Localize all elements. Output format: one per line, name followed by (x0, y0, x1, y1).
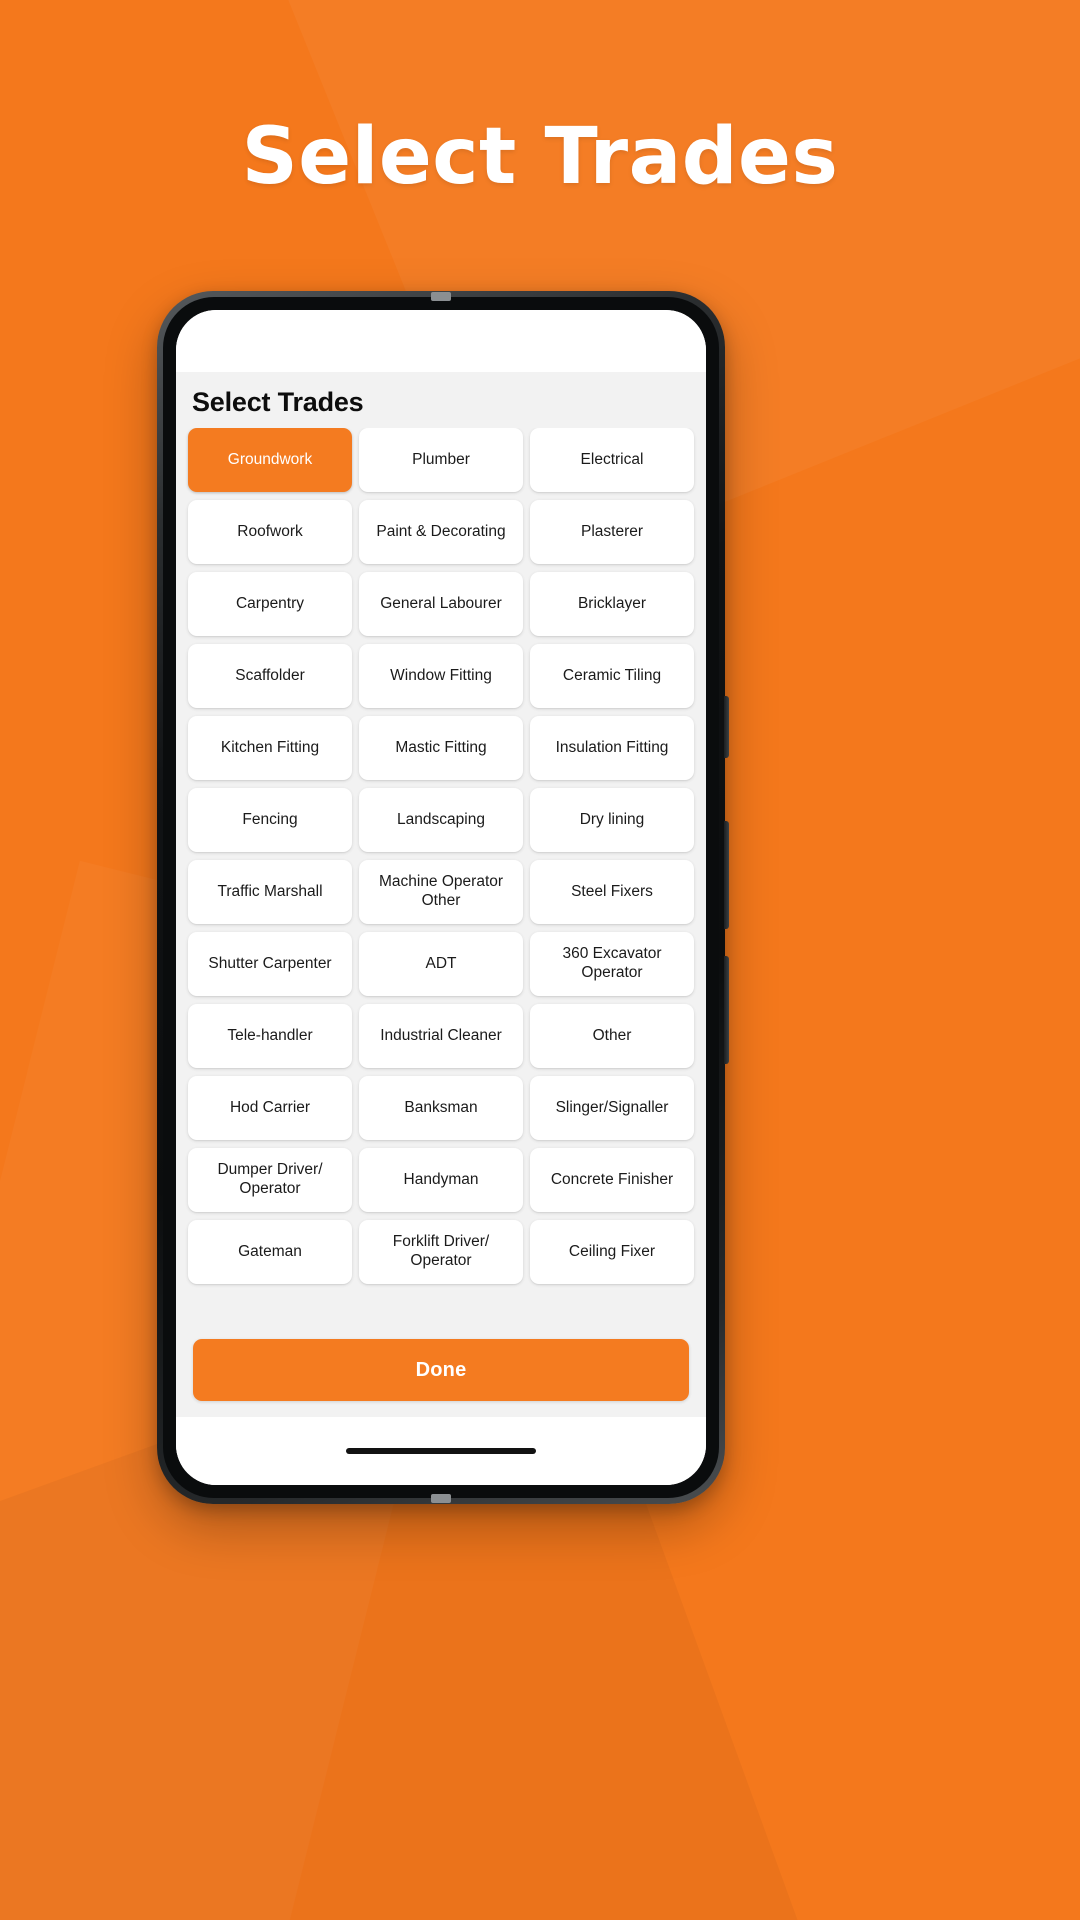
app-body: Select Trades Groundwork Plumber Electrica… (176, 372, 706, 1417)
done-footer: Done (176, 1327, 706, 1417)
trade-chip[interactable]: Paint & Decorating (359, 500, 523, 564)
trade-chip[interactable]: Machine Operator Other (359, 860, 523, 924)
phone-screen: Select Trades Groundwork Plumber Electrica… (176, 310, 706, 1485)
trade-chip[interactable]: General Labourer (359, 572, 523, 636)
app-header: Select Trades (176, 372, 706, 428)
trade-chip[interactable]: Forklift Driver/ Operator (359, 1220, 523, 1284)
done-button[interactable]: Done (193, 1339, 689, 1401)
phone-mockup: Select Trades Groundwork Plumber Electrica… (157, 291, 729, 1504)
trade-chip[interactable]: Electrical (530, 428, 694, 492)
promo-stage: Select Trades Select Trades Groundwork Pl… (0, 0, 1080, 1920)
trade-chip[interactable]: Carpentry (188, 572, 352, 636)
trade-chip[interactable]: Fencing (188, 788, 352, 852)
trade-chip[interactable]: Steel Fixers (530, 860, 694, 924)
trade-chip[interactable]: Gateman (188, 1220, 352, 1284)
bottom-speaker-grille-icon (431, 1494, 451, 1503)
trade-chip[interactable]: Groundwork (188, 428, 352, 492)
trade-chip[interactable]: Plasterer (530, 500, 694, 564)
trade-chip[interactable]: Kitchen Fitting (188, 716, 352, 780)
trade-chip[interactable]: Ceramic Tiling (530, 644, 694, 708)
trade-chip[interactable]: Dry lining (530, 788, 694, 852)
home-indicator[interactable] (346, 1448, 536, 1454)
trade-chip[interactable]: Tele-handler (188, 1004, 352, 1068)
trade-chip[interactable]: Landscaping (359, 788, 523, 852)
trade-chip[interactable]: Traffic Marshall (188, 860, 352, 924)
trade-chip[interactable]: Slinger/Signaller (530, 1076, 694, 1140)
android-nav-bar (176, 1417, 706, 1485)
trade-chip[interactable]: Roofwork (188, 500, 352, 564)
trade-chip[interactable]: 360 Excavator Operator (530, 932, 694, 996)
trade-chip[interactable]: Banksman (359, 1076, 523, 1140)
promo-title: Select Trades (241, 112, 839, 202)
trade-chip[interactable]: ADT (359, 932, 523, 996)
trade-chip[interactable]: Industrial Cleaner (359, 1004, 523, 1068)
trade-chip[interactable]: Bricklayer (530, 572, 694, 636)
trade-chip[interactable]: Other (530, 1004, 694, 1068)
trades-scroll-area[interactable]: Groundwork Plumber Electrical Roofwork Paint… (176, 428, 706, 1327)
trade-chip[interactable]: Shutter Carpenter (188, 932, 352, 996)
trade-chip[interactable]: Handyman (359, 1148, 523, 1212)
volume-up-button[interactable] (724, 821, 729, 929)
trade-chip[interactable]: Window Fitting (359, 644, 523, 708)
trade-chip[interactable]: Ceiling Fixer (530, 1220, 694, 1284)
trade-chip[interactable]: Scaffolder (188, 644, 352, 708)
power-button[interactable] (724, 696, 729, 758)
trade-chip[interactable]: Plumber (359, 428, 523, 492)
page-title: Select Trades (192, 387, 364, 417)
trade-chip[interactable]: Mastic Fitting (359, 716, 523, 780)
trade-chip[interactable]: Dumper Driver/ Operator (188, 1148, 352, 1212)
trades-grid: Groundwork Plumber Electrical Roofwork Paint… (188, 428, 694, 1284)
speaker-grille-icon (431, 292, 451, 301)
trade-chip[interactable]: Insulation Fitting (530, 716, 694, 780)
volume-down-button[interactable] (724, 956, 729, 1064)
trade-chip[interactable]: Hod Carrier (188, 1076, 352, 1140)
trade-chip[interactable]: Concrete Finisher (530, 1148, 694, 1212)
status-bar (176, 310, 706, 372)
